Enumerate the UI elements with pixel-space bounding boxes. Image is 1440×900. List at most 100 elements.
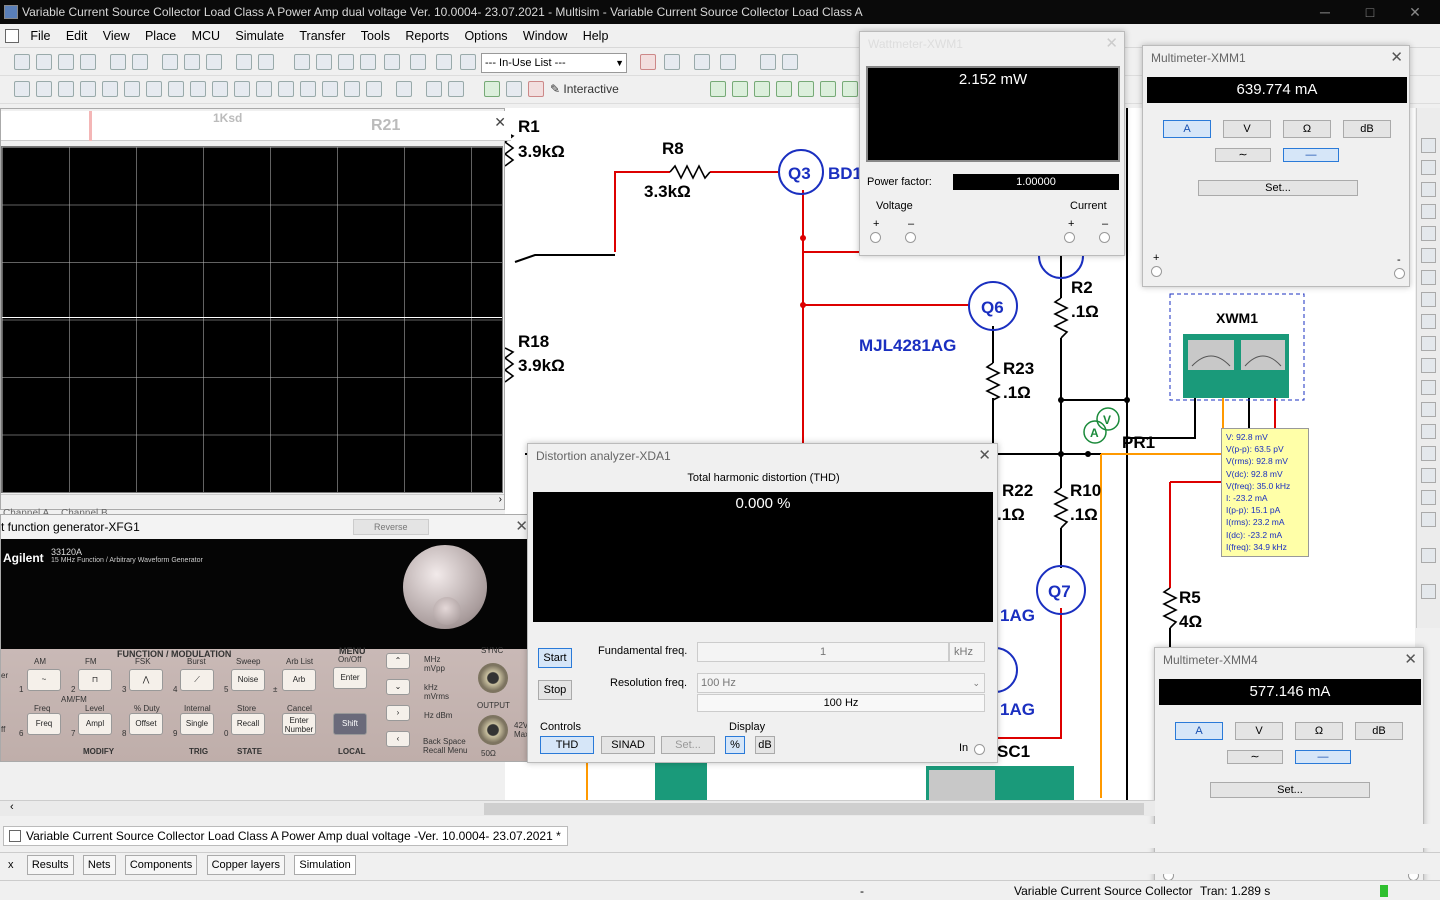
menu-window[interactable]: Window xyxy=(517,24,573,48)
paste-icon[interactable] xyxy=(206,54,222,70)
back-annotate-icon[interactable] xyxy=(720,54,736,70)
enter-button[interactable]: Enter xyxy=(333,667,367,689)
tektronix-scope-tool-icon[interactable] xyxy=(1421,512,1436,527)
freq-button[interactable]: Freq xyxy=(27,713,61,735)
run-icon[interactable] xyxy=(484,81,500,97)
up-arrow-button[interactable]: ⌃ xyxy=(386,653,410,669)
spreadsheet-close-icon[interactable]: x xyxy=(4,856,18,874)
electromechanical-icon[interactable] xyxy=(300,81,316,97)
ramp-button[interactable]: ⟋ xyxy=(180,669,214,691)
four-channel-scope-tool-icon[interactable] xyxy=(1421,226,1436,241)
current-probe-tool-icon[interactable] xyxy=(1421,584,1436,599)
q7-label[interactable]: Q7 xyxy=(1048,581,1071,603)
tab-nets[interactable]: Nets xyxy=(82,855,116,875)
triangle-button[interactable]: ⋀ xyxy=(129,669,163,691)
oscilloscope-tool-icon[interactable] xyxy=(1421,204,1436,219)
offset-button[interactable]: Offset xyxy=(129,713,163,735)
oscilloscope-screen[interactable] xyxy=(1,146,503,493)
xwm1-label[interactable]: XWM1 xyxy=(1216,307,1258,329)
db-button[interactable]: dB xyxy=(755,736,775,754)
multimeter-tool-icon[interactable] xyxy=(1421,138,1436,153)
postprocessor-icon[interactable] xyxy=(384,54,400,70)
voltage-plus-terminal[interactable] xyxy=(870,232,881,243)
ohmmeter-button[interactable]: Ω xyxy=(1283,120,1331,138)
wattmeter-window[interactable]: Wattmeter-XWM1 ✕ 2.152 mW Power factor: 1… xyxy=(859,31,1125,256)
multimeter-xmm1-close-icon[interactable]: ✕ xyxy=(1390,46,1403,70)
bus-icon[interactable] xyxy=(426,81,442,97)
transistor-icon[interactable] xyxy=(80,81,96,97)
function-generator-tool-icon[interactable] xyxy=(1421,160,1436,175)
spectrum-analyzer-tool-icon[interactable] xyxy=(1421,402,1436,417)
reverse-button[interactable]: Reverse xyxy=(353,519,429,535)
zoom-icon[interactable] xyxy=(760,54,776,70)
left-arrow-button[interactable]: ‹ xyxy=(386,731,410,747)
decibel-button[interactable]: dB xyxy=(1355,722,1403,740)
multisim-app-icon[interactable] xyxy=(4,5,18,19)
right-arrow-button[interactable]: › xyxy=(386,705,410,721)
agilent-scope-tool-icon[interactable] xyxy=(1421,490,1436,505)
menu-tools[interactable]: Tools xyxy=(355,24,396,48)
q3-label[interactable]: Q3 xyxy=(788,163,811,185)
iv-analyzer-tool-icon[interactable] xyxy=(1421,358,1436,373)
dc-button[interactable]: — xyxy=(1283,148,1339,162)
cut-icon[interactable] xyxy=(162,54,178,70)
mcu-module-icon[interactable] xyxy=(366,81,382,97)
document-tab[interactable]: Variable Current Source Collector Load C… xyxy=(3,826,568,846)
ac-button[interactable]: ∼ xyxy=(1227,750,1283,764)
thd-button[interactable]: THD xyxy=(540,736,594,754)
menu-help[interactable]: Help xyxy=(577,24,615,48)
fullscreen-icon[interactable] xyxy=(294,54,310,70)
menu-transfer[interactable]: Transfer xyxy=(293,24,351,48)
multimeter-xmm1-window[interactable]: Multimeter-XMM1 ✕ 639.774 mA A V Ω dB ∼ —… xyxy=(1142,45,1410,287)
probe-ref-icon[interactable] xyxy=(798,81,814,97)
current-plus-terminal[interactable] xyxy=(1064,232,1075,243)
menu-options[interactable]: Options xyxy=(458,24,513,48)
logic-converter-tool-icon[interactable] xyxy=(1421,314,1436,329)
decibel-button[interactable]: dB xyxy=(1343,120,1391,138)
probe-power-icon[interactable] xyxy=(754,81,770,97)
cmos-icon[interactable] xyxy=(146,81,162,97)
resolution-freq-select[interactable]: 100 Hz ⌄ xyxy=(697,673,985,693)
input-terminal[interactable] xyxy=(974,744,985,755)
menu-file[interactable]: File xyxy=(24,24,56,48)
distortion-analyzer-tool-icon[interactable] xyxy=(1421,380,1436,395)
wattmeter-tool-icon[interactable] xyxy=(1421,182,1436,197)
voltage-minus-terminal[interactable] xyxy=(905,232,916,243)
probe-icon[interactable] xyxy=(448,81,464,97)
analog-icon[interactable] xyxy=(102,81,118,97)
pause-icon[interactable] xyxy=(506,81,522,97)
stop-icon[interactable] xyxy=(528,81,544,97)
ni-component-icon[interactable] xyxy=(322,81,338,97)
print-preview-icon[interactable] xyxy=(132,54,148,70)
r10-label[interactable]: R10 xyxy=(1070,480,1101,502)
q6-label[interactable]: Q6 xyxy=(981,297,1004,319)
bode-plotter-tool-icon[interactable] xyxy=(1421,248,1436,263)
mcu-icon[interactable] xyxy=(168,81,184,97)
scroll-right-icon[interactable]: › xyxy=(499,494,502,505)
dc-button[interactable]: — xyxy=(1295,750,1351,764)
xmm1-plus-terminal[interactable] xyxy=(1151,266,1162,277)
sinad-button[interactable]: SINAD xyxy=(601,736,655,754)
recall-button[interactable]: Recall xyxy=(231,713,265,735)
grid-icon[interactable] xyxy=(316,54,332,70)
canvas-horizontal-scrollbar[interactable]: ‹ xyxy=(0,800,1155,816)
r22-label[interactable]: R22 xyxy=(1002,480,1033,502)
probe-diff-icon[interactable] xyxy=(776,81,792,97)
multimeter-xmm1-set-button[interactable]: Set... xyxy=(1198,180,1358,196)
start-button[interactable]: Start xyxy=(538,648,572,668)
oscilloscope-window[interactable]: 1Ksd R21 ✕ › Channel A Channel B xyxy=(0,108,511,519)
distortion-close-icon[interactable]: ✕ xyxy=(978,444,991,468)
tab-results[interactable]: Results xyxy=(26,855,74,875)
r8-label[interactable]: R8 xyxy=(662,138,684,160)
shift-button[interactable]: Shift xyxy=(333,713,367,735)
rf-icon[interactable] xyxy=(278,81,294,97)
close-icon[interactable]: ✕ xyxy=(1400,0,1430,24)
hierarchical-icon[interactable] xyxy=(396,81,412,97)
forward-annotate-icon[interactable] xyxy=(694,54,710,70)
probe-digital-icon[interactable] xyxy=(820,81,836,97)
ammeter-button[interactable]: A xyxy=(1163,120,1211,138)
ohmmeter-button[interactable]: Ω xyxy=(1295,722,1343,740)
ampl-button[interactable]: Ampl xyxy=(78,713,112,735)
basic-icon[interactable] xyxy=(36,81,52,97)
menu-reports[interactable]: Reports xyxy=(399,24,455,48)
